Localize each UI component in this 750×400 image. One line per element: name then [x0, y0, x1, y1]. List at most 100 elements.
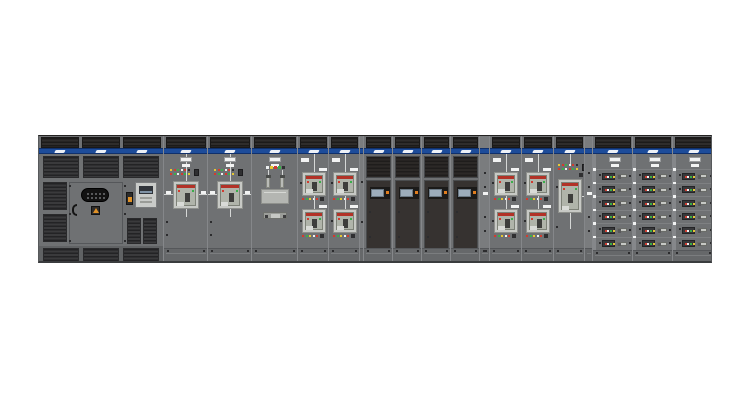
mcc-switch-handle[interactable]: [697, 174, 707, 178]
control-button[interactable]: [194, 169, 199, 176]
roof-vent: [556, 137, 583, 148]
drawout-breaker[interactable]: [558, 179, 582, 213]
panel-nameplate: [180, 157, 192, 162]
indicator-led-yellow: [170, 169, 172, 171]
indicator-led-white: [177, 173, 179, 175]
hmi-led: [444, 191, 447, 194]
indicator-led-white: [647, 230, 649, 232]
screw: [124, 240, 126, 242]
hmi-screen[interactable]: [429, 189, 442, 197]
mcc-switch-handle[interactable]: [657, 242, 667, 246]
mcc-switch-handle[interactable]: [617, 201, 627, 205]
mcc-indicator-block: [642, 186, 655, 193]
control-button[interactable]: [512, 197, 516, 201]
indicator-led-yellow: [558, 164, 560, 166]
screw: [668, 252, 670, 254]
mcc-switch-handle[interactable]: [617, 174, 627, 178]
louver-vent: [123, 248, 159, 262]
indicator-led-red: [605, 189, 607, 191]
breaker-led-red: [307, 181, 309, 183]
drawout-breaker[interactable]: [302, 172, 326, 196]
breaker-handle: [343, 182, 348, 191]
hmi-screen[interactable]: [458, 189, 471, 197]
breaker-led-green: [511, 218, 513, 220]
wire-tag: [350, 205, 358, 208]
drawout-breaker[interactable]: [494, 209, 518, 233]
control-button[interactable]: [512, 234, 516, 238]
drawout-breaker[interactable]: [526, 172, 550, 196]
drawout-breaker[interactable]: [302, 209, 326, 233]
base-line: [254, 253, 296, 254]
control-button[interactable]: [351, 197, 355, 201]
mcc-switch-handle[interactable]: [657, 228, 667, 232]
control-button[interactable]: [544, 234, 548, 238]
drawout-breaker[interactable]: [333, 209, 357, 233]
mcc-switch-handle[interactable]: [697, 188, 707, 192]
screw: [475, 250, 477, 252]
mcc-switch-handle[interactable]: [617, 215, 627, 219]
mcc-switch-handle[interactable]: [617, 188, 627, 192]
wire-tag: [543, 205, 551, 208]
power-meter: [135, 182, 157, 208]
roof-vent: [635, 137, 671, 148]
mcc-switch-handle[interactable]: [697, 228, 707, 232]
indicator-led-red: [605, 243, 607, 245]
indicator-led-white: [505, 235, 507, 237]
control-button[interactable]: [320, 197, 324, 201]
roof-vent: [41, 137, 79, 148]
screw: [492, 220, 494, 222]
drawout-breaker[interactable]: [494, 172, 518, 196]
drawout-breaker[interactable]: [173, 181, 199, 209]
screw: [596, 252, 598, 254]
indicator-led-yellow: [613, 203, 615, 205]
bucket-seam: [636, 237, 673, 238]
indicator-led-red: [316, 198, 318, 200]
mcc-switch-handle[interactable]: [697, 242, 707, 246]
drawout-breaker[interactable]: [333, 172, 357, 196]
screw: [524, 182, 526, 184]
aux-switch[interactable]: [126, 192, 133, 205]
indicator-led-yellow: [693, 243, 695, 245]
indicator-led-red: [572, 164, 574, 166]
indicator-led-white: [266, 166, 269, 169]
mcc-switch-handle[interactable]: [657, 174, 667, 178]
indicator-led-green: [498, 198, 500, 200]
drawout-breaker[interactable]: [526, 209, 550, 233]
mcc-switch-handle[interactable]: [617, 228, 627, 232]
bucket-seam: [636, 169, 673, 170]
control-button[interactable]: [320, 234, 324, 238]
breaker-red-strip: [306, 176, 322, 179]
indicator-led-white: [687, 176, 689, 178]
handle-notch: [658, 189, 661, 193]
control-button[interactable]: [238, 169, 243, 176]
grille-dot: [95, 193, 97, 195]
wire-tag: [511, 168, 519, 171]
section-main-acb-panel-1: [163, 136, 207, 263]
screw: [599, 215, 601, 217]
indicator-led-green: [610, 216, 612, 218]
indicator-led-white: [565, 168, 567, 170]
mcc-switch-handle[interactable]: [697, 201, 707, 205]
mcc-switch-handle[interactable]: [657, 188, 667, 192]
breaker-label: [498, 226, 505, 230]
indicator-led-red: [181, 173, 183, 175]
drawout-breaker[interactable]: [217, 181, 243, 209]
roof-vent: [675, 137, 712, 148]
hmi-screen[interactable]: [371, 189, 384, 197]
screw: [669, 202, 671, 204]
door-handle[interactable]: [72, 204, 77, 216]
mcc-switch-handle[interactable]: [657, 201, 667, 205]
mcc-switch-handle[interactable]: [657, 215, 667, 219]
screw: [166, 234, 168, 236]
indicator-led-green: [650, 243, 652, 245]
screw: [669, 188, 671, 190]
bucket-seam: [676, 210, 712, 211]
hmi-screen[interactable]: [400, 189, 413, 197]
mcc-switch-handle[interactable]: [617, 242, 627, 246]
control-button[interactable]: [544, 197, 548, 201]
screw: [417, 250, 419, 252]
control-button[interactable]: [351, 234, 355, 238]
mcc-switch-handle[interactable]: [697, 215, 707, 219]
control-button[interactable]: [579, 173, 583, 177]
screw: [525, 250, 527, 252]
